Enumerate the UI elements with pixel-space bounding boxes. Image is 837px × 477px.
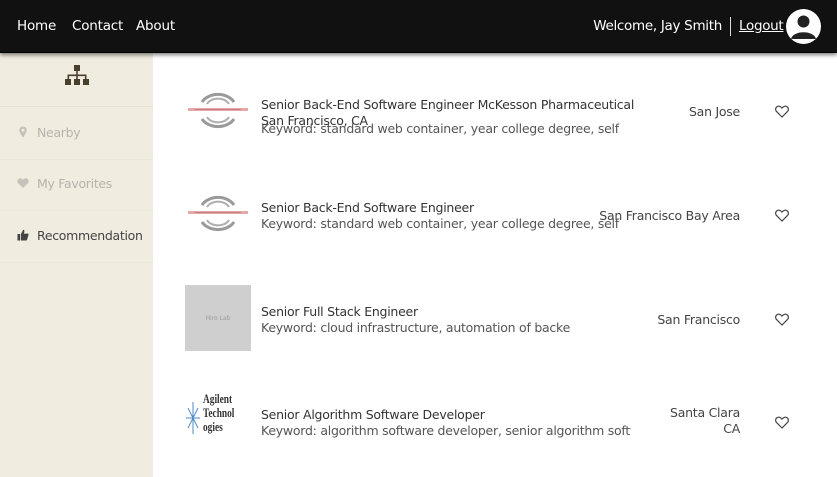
- company-logo: [188, 195, 248, 232]
- sidebar-item-my-favorites[interactable]: My Favorites: [0, 158, 153, 211]
- welcome-text: Welcome, Jay Smith: [593, 18, 722, 34]
- sidebar-item-recommendation[interactable]: Recommendation: [0, 210, 153, 263]
- heart-icon: [17, 178, 29, 188]
- job-keywords: Keyword: cloud infrastructure, automatio…: [261, 320, 571, 335]
- sidebar: Nearby My Favorites Recommendation: [0, 52, 153, 477]
- job-title[interactable]: Senior Full Stack Engineer: [261, 304, 651, 320]
- location-pin-icon: [19, 126, 27, 138]
- sidebar-item-label: Recommendation: [37, 228, 143, 243]
- company-logo: Agilent Technologies: [185, 390, 251, 456]
- job-location: Santa Clara CA: [670, 405, 740, 436]
- job-location: San Jose: [688, 104, 740, 119]
- logo-text: Hiro Lab: [205, 314, 231, 322]
- favorite-heart-icon[interactable]: [775, 209, 789, 222]
- job-location: San Francisco Bay Area: [599, 208, 740, 223]
- nav-about-link[interactable]: About: [136, 18, 175, 34]
- sidebar-header: [0, 52, 153, 107]
- favorite-heart-icon[interactable]: [775, 313, 789, 326]
- job-keywords: Keyword: algorithm software developer, s…: [261, 423, 631, 438]
- job-title[interactable]: Senior Back-End Software Engineer: [261, 200, 651, 216]
- sidebar-item-label: Nearby: [37, 125, 81, 140]
- nav-contact-link[interactable]: Contact: [72, 18, 123, 34]
- user-avatar-icon[interactable]: [786, 9, 821, 44]
- job-title[interactable]: Senior Algorithm Software Developer: [261, 407, 651, 423]
- favorite-heart-icon[interactable]: [775, 105, 789, 118]
- favorite-heart-icon[interactable]: [775, 416, 789, 429]
- job-location: San Francisco: [657, 312, 740, 327]
- company-logo: Hiro Lab: [185, 285, 251, 351]
- agilent-spark-icon: [186, 402, 200, 434]
- job-item[interactable]: Senior Back-End Software Engineer McKess…: [153, 60, 837, 163]
- top-navbar: Home Contact About Welcome, Jay Smith Lo…: [0, 0, 837, 53]
- thumbs-up-icon: [17, 229, 29, 241]
- logo-text: Agilent Technologies: [203, 391, 235, 434]
- logout-link[interactable]: Logout: [739, 18, 784, 34]
- job-keywords: Keyword: standard web container, year co…: [261, 216, 619, 231]
- nav-home-link[interactable]: Home: [17, 18, 56, 34]
- job-keywords: Keyword: standard web container, year co…: [261, 121, 619, 136]
- sidebar-item-label: My Favorites: [37, 176, 113, 191]
- job-item[interactable]: Senior Back-End Software Engineer Keywor…: [153, 163, 837, 266]
- company-logo: [188, 92, 248, 129]
- job-item[interactable]: Hiro Lab Senior Full Stack Engineer Keyw…: [153, 267, 837, 370]
- sidebar-item-nearby[interactable]: Nearby: [0, 107, 153, 160]
- org-chart-icon: [65, 65, 89, 85]
- nav-divider: [730, 17, 731, 36]
- job-item[interactable]: Agilent Technologies Senior Algorithm So…: [153, 370, 837, 473]
